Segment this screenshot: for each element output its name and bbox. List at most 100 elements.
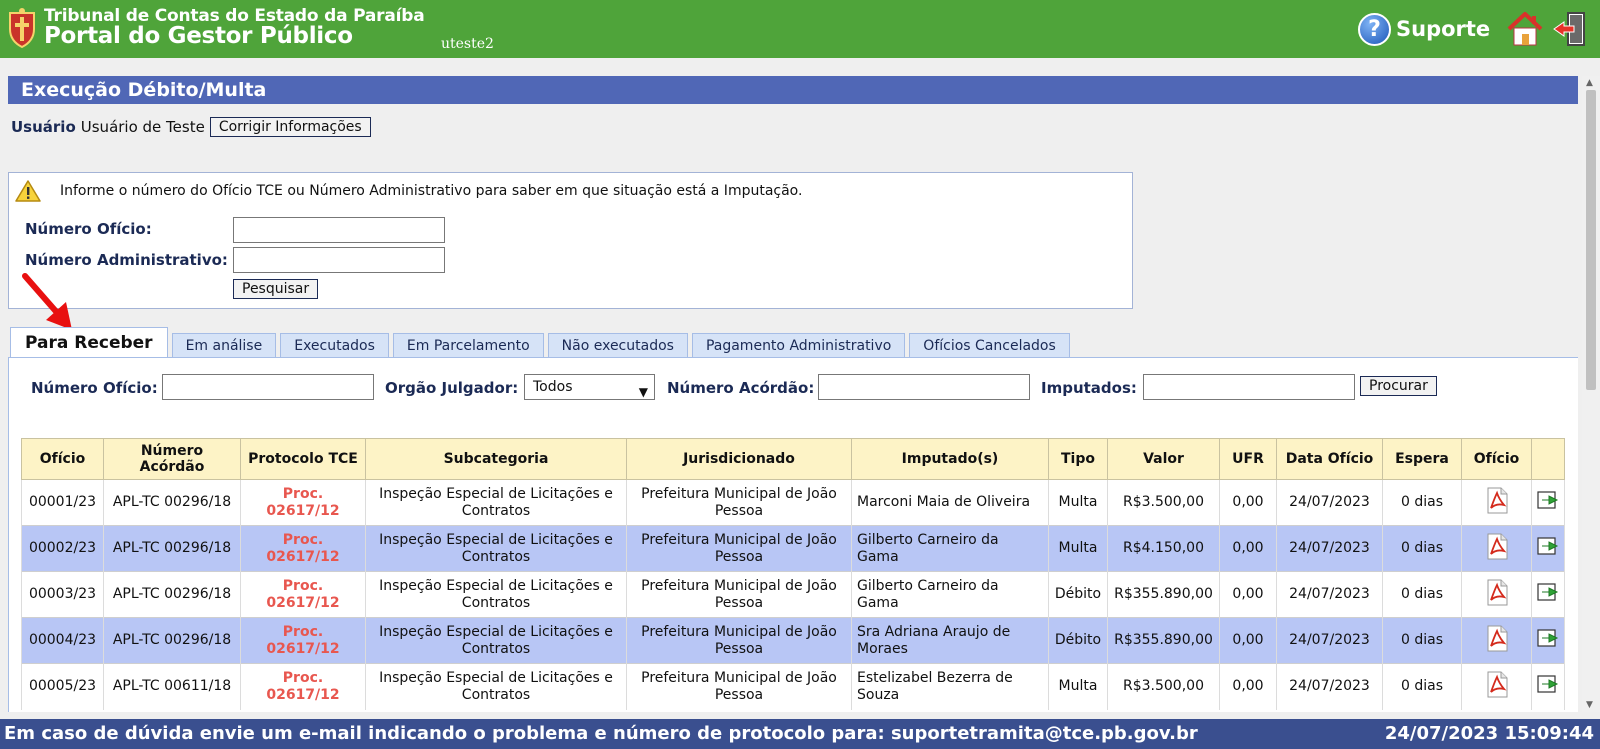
col-valor[interactable]: Valor [1107,438,1220,480]
col-numero-acordao[interactable]: Número Acórdão [103,438,241,480]
green-arrow-right-icon[interactable] [1537,674,1559,694]
tab-executados[interactable]: Executados [280,333,389,358]
protocol-link[interactable]: Proc. 02617/12 [266,532,339,565]
scroll-down-icon[interactable]: ▼ [1586,700,1593,710]
filter-acordao-input[interactable] [818,374,1030,400]
table-row[interactable]: 00001/23 APL-TC 00296/18 Proc. 02617/12 Ins… [21,479,1565,526]
scroll-up-icon[interactable]: ▲ [1586,78,1593,88]
green-arrow-right-icon[interactable] [1537,490,1559,510]
col-subcategoria[interactable]: Subcategoria [365,438,627,480]
cell-subcategoria: Inspeção Especial de Licitações e Contra… [365,479,627,526]
cell-protocolo: Proc. 02617/12 [240,571,366,618]
logged-username: uteste2 [441,36,494,52]
cell-imputado: Estelizabel Bezerra de Souza [851,663,1049,710]
table-row[interactable]: 00005/23 APL-TC 00611/18 Proc. 02617/12 Ins… [21,663,1565,710]
cell-jurisdicionado: Prefeitura Municipal de João Pessoa [626,525,852,572]
pdf-file-icon[interactable] [1486,487,1508,514]
green-arrow-right-icon[interactable] [1537,536,1559,556]
support-label: Suporte [1396,17,1491,41]
home-icon[interactable] [1506,10,1544,48]
cell-ufr: 0,00 [1219,663,1277,710]
cell-ufr: 0,00 [1219,617,1277,664]
col-imputados[interactable]: Imputado(s) [851,438,1049,480]
oficio-number-input[interactable] [233,217,445,243]
tab-pagamento-administrativo[interactable]: Pagamento Administrativo [691,333,906,358]
user-info: Usuário Usuário de Teste Corrigir Inform… [11,117,371,137]
tab-para-receber[interactable]: Para Receber [10,327,168,358]
support-link[interactable]: ? Suporte [1358,11,1490,47]
table-row[interactable]: 00004/23 APL-TC 00296/18 Proc. 02617/12 Ins… [21,617,1565,664]
pdf-file-icon[interactable] [1486,671,1508,698]
page-title: Execução Débito/Multa [8,76,1578,104]
footer-bar: Em caso de dúvida envie um e-mail indica… [0,719,1600,749]
tab-nao-executados[interactable]: Não executados [547,333,688,358]
cell-acordao: APL-TC 00296/18 [103,617,241,664]
tab-oficios-cancelados[interactable]: Ofícios Cancelados [909,333,1070,358]
cell-tipo: Débito [1048,571,1108,618]
cell-protocolo: Proc. 02617/12 [240,525,366,572]
procurar-button[interactable]: Procurar [1360,376,1437,396]
user-label: Usuário [11,118,76,136]
pdf-file-icon[interactable] [1486,625,1508,652]
cell-ufr: 0,00 [1219,525,1277,572]
cell-imputado: Sra Adriana Araujo de Moraes [851,617,1049,664]
filter-imputados-input[interactable] [1143,374,1355,400]
tce-logo-icon [9,8,35,49]
cell-jurisdicionado: Prefeitura Municipal de João Pessoa [626,617,852,664]
tab-em-analise[interactable]: Em análise [171,333,277,358]
orgao-julgador-select[interactable]: Todos ▼ [524,374,655,400]
scroll-thumb[interactable] [1586,90,1596,390]
protocol-link[interactable]: Proc. 02617/12 [266,578,339,611]
cell-subcategoria: Inspeção Especial de Licitações e Contra… [365,571,627,618]
portal-name: Portal do Gestor Público [44,23,353,49]
pdf-file-icon[interactable] [1486,579,1508,606]
cell-valor: R$3.500,00 [1107,663,1220,710]
cell-acordao: APL-TC 00296/18 [103,571,241,618]
filter-oficio-input[interactable] [162,374,374,400]
cell-action [1531,663,1565,710]
col-oficio[interactable]: Ofício [21,438,104,480]
table-body: 00001/23 APL-TC 00296/18 Proc. 02617/12 Ins… [21,479,1565,710]
cell-valor: R$355.890,00 [1107,617,1220,664]
protocol-link[interactable]: Proc. 02617/12 [266,670,339,703]
cell-espera: 0 dias [1382,525,1462,572]
table-row[interactable]: 00002/23 APL-TC 00296/18 Proc. 02617/12 Ins… [21,525,1565,572]
oficio-number-label: Número Ofício: [25,220,152,238]
filter-acordao-label: Número Acórdão: [667,379,815,397]
cell-imputado: Gilberto Carneiro da Gama [851,571,1049,618]
filter-orgao-label: Orgão Julgador: [385,379,519,397]
col-espera[interactable]: Espera [1382,438,1462,480]
cell-data: 24/07/2023 [1276,617,1383,664]
exit-door-icon[interactable] [1552,10,1588,48]
pdf-file-icon[interactable] [1486,533,1508,560]
cell-pdf [1461,617,1532,664]
green-arrow-right-icon[interactable] [1537,582,1559,602]
cell-acordao: APL-TC 00611/18 [103,663,241,710]
col-ufr[interactable]: UFR [1219,438,1277,480]
col-protocolo-tce[interactable]: Protocolo TCE [240,438,366,480]
tab-em-parcelamento[interactable]: Em Parcelamento [392,333,544,358]
cell-subcategoria: Inspeção Especial de Licitações e Contra… [365,617,627,664]
cell-espera: 0 dias [1382,617,1462,664]
cell-subcategoria: Inspeção Especial de Licitações e Contra… [365,525,627,572]
col-data-oficio[interactable]: Data Ofício [1276,438,1383,480]
cell-jurisdicionado: Prefeitura Municipal de João Pessoa [626,663,852,710]
table-row[interactable]: 00003/23 APL-TC 00296/18 Proc. 02617/12 Ins… [21,571,1565,618]
cell-oficio: 00002/23 [21,525,104,572]
protocol-link[interactable]: Proc. 02617/12 [266,624,339,657]
cell-acordao: APL-TC 00296/18 [103,479,241,526]
status-tabs: Para Receber Em análise Executados Em Pa… [10,327,1074,358]
fix-info-button[interactable]: Corrigir Informações [209,117,371,137]
cell-oficio: 00001/23 [21,479,104,526]
cell-tipo: Débito [1048,617,1108,664]
oficio-search-panel: Informe o número do Ofício TCE ou Número… [8,172,1133,309]
green-arrow-right-icon[interactable] [1537,628,1559,648]
col-jurisdicionado[interactable]: Jurisdicionado [626,438,852,480]
col-tipo[interactable]: Tipo [1048,438,1108,480]
admin-number-input[interactable] [233,247,445,273]
search-button[interactable]: Pesquisar [233,279,319,299]
vertical-scrollbar[interactable]: ▲ ▼ [1582,76,1600,712]
help-question-icon: ? [1358,12,1391,46]
app-header: Tribunal de Contas do Estado da Paraíba … [0,0,1600,58]
protocol-link[interactable]: Proc. 02617/12 [266,486,339,519]
